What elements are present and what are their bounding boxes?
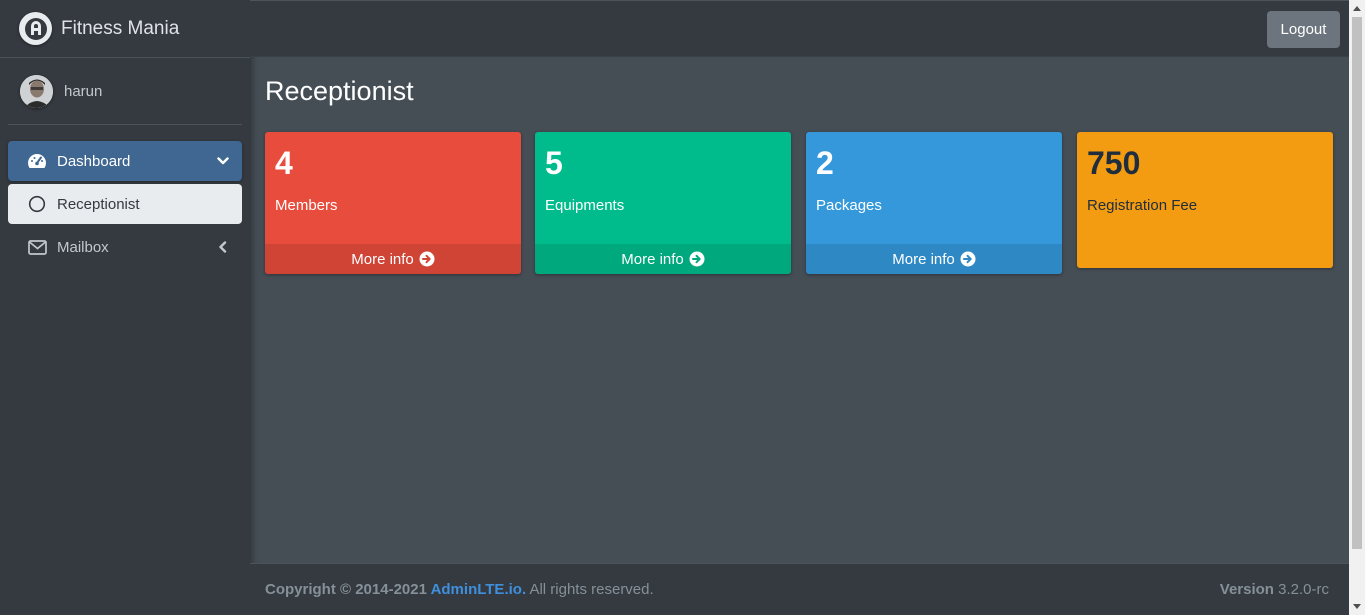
sidebar-item-label: Receptionist (57, 195, 140, 213)
registration-fee-value: 750 (1087, 145, 1141, 181)
arrow-circle-right-icon (419, 251, 435, 267)
adminlte-link[interactable]: AdminLTE.io. (431, 581, 527, 598)
top-navbar: Logout (250, 0, 1349, 57)
more-info-label: More info (892, 250, 955, 268)
packages-more-info-link[interactable]: More info (806, 244, 1062, 274)
packages-count: 2 (816, 145, 834, 181)
equipments-label: Equipments (545, 197, 625, 214)
circle-outline-icon (26, 193, 48, 215)
packages-info-box: 2 Packages More info (806, 132, 1062, 274)
sidebar-nav: Dashboard Receptionist Mailbox (0, 141, 250, 267)
sidebar-item-receptionist[interactable]: Receptionist (8, 184, 242, 224)
brand-name: Fitness Mania (61, 17, 180, 39)
copyright-text: Copyright © 2014-2021 AdminLTE.io. All r… (265, 581, 654, 598)
scroll-down-arrow-icon[interactable] (1349, 599, 1365, 615)
envelope-icon (26, 236, 48, 258)
page-title: Receptionist (265, 76, 414, 106)
more-info-label: More info (621, 250, 684, 268)
rights-text: All rights reserved. (526, 581, 654, 598)
sidebar-item-label: Mailbox (57, 238, 109, 256)
user-panel[interactable]: harun (8, 58, 242, 125)
version-value: 3.2.0-rc (1273, 581, 1329, 598)
scroll-up-arrow-icon[interactable] (1349, 0, 1365, 16)
tachometer-icon (26, 150, 48, 172)
copyright-prefix: Copyright © 2014-2021 (265, 581, 431, 598)
sidebar-item-dashboard[interactable]: Dashboard (8, 141, 242, 181)
equipments-info-box: 5 Equipments More info (535, 132, 791, 274)
equipments-more-info-link[interactable]: More info (535, 244, 791, 274)
members-count: 4 (275, 145, 293, 181)
version-label: Version (1219, 581, 1274, 598)
equipments-count: 5 (545, 145, 563, 181)
members-info-box: 4 Members More info (265, 132, 521, 274)
scrollbar-thumb[interactable] (1352, 17, 1362, 549)
sidebar-item-mailbox[interactable]: Mailbox (8, 227, 242, 267)
members-label: Members (275, 197, 338, 214)
sidebar-item-label: Dashboard (57, 152, 131, 170)
main-footer: Copyright © 2014-2021 AdminLTE.io. All r… (250, 563, 1349, 615)
members-more-info-link[interactable]: More info (265, 244, 521, 274)
user-avatar (20, 74, 53, 108)
chevron-down-icon (216, 154, 230, 168)
user-name[interactable]: harun (64, 83, 102, 100)
packages-label: Packages (816, 197, 882, 214)
logout-button[interactable]: Logout (1267, 11, 1340, 48)
more-info-label: More info (351, 250, 414, 268)
chevron-left-icon (216, 240, 230, 254)
content-wrapper: Receptionist 4 Members More info 5 Equip… (250, 57, 1349, 563)
version-text: Version 3.2.0-rc (1220, 581, 1329, 598)
brand-link[interactable]: Fitness Mania (0, 0, 250, 58)
vertical-scrollbar[interactable] (1349, 0, 1365, 615)
arrow-circle-right-icon (689, 251, 705, 267)
registration-fee-info-box: 750 Registration Fee (1077, 132, 1333, 268)
registration-fee-label: Registration Fee (1087, 197, 1198, 214)
adminlte-logo-icon (19, 12, 52, 45)
main-sidebar: Fitness Mania harun Dashboard Receptioni… (0, 0, 250, 615)
arrow-circle-right-icon (960, 251, 976, 267)
